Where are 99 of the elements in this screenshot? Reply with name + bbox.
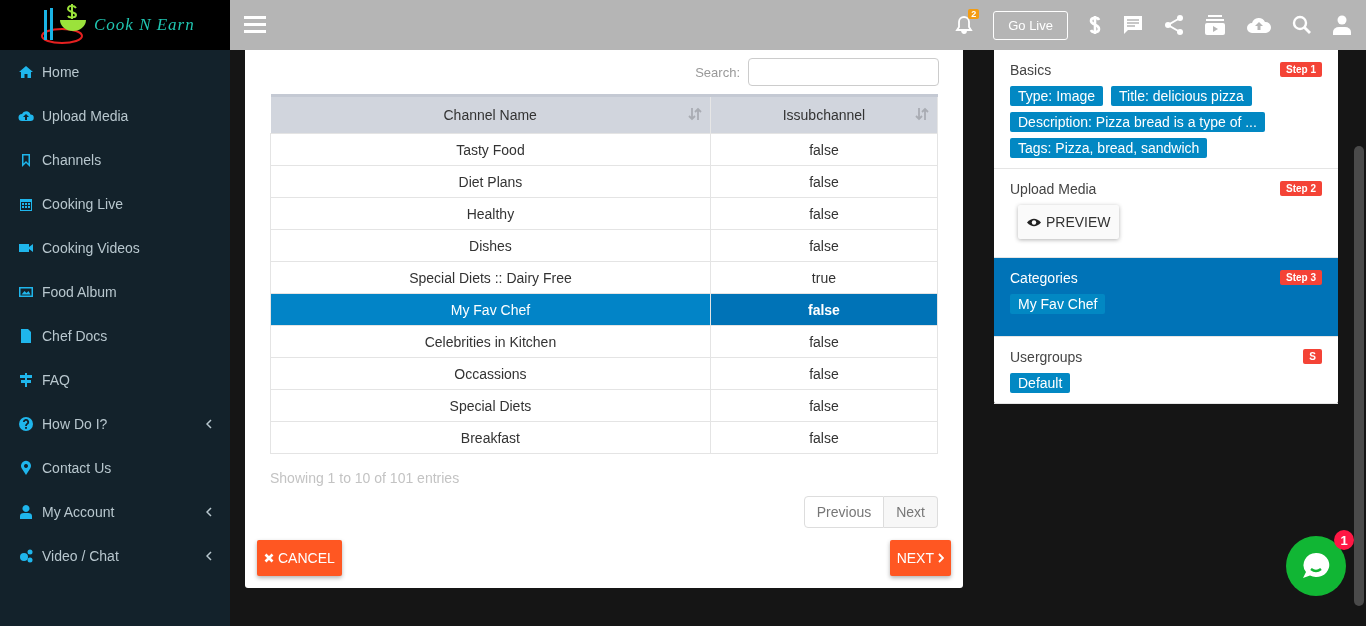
table-cell: Special Diets bbox=[270, 389, 711, 422]
message-icon[interactable] bbox=[1122, 14, 1144, 36]
home-icon bbox=[18, 64, 34, 80]
table-cell: true bbox=[710, 261, 938, 294]
sidebar-item[interactable]: Channels bbox=[0, 138, 230, 182]
table-row[interactable]: Dishes false bbox=[270, 229, 938, 262]
sidebar-item[interactable]: Video / Chat bbox=[0, 534, 230, 578]
table-cell: false bbox=[710, 293, 938, 326]
table-row[interactable]: Diet Plans false bbox=[270, 165, 938, 198]
table-cell: false bbox=[710, 165, 938, 198]
share-icon[interactable] bbox=[1164, 14, 1184, 36]
step-title: Basics bbox=[1010, 62, 1052, 78]
chat-badge: 1 bbox=[1334, 530, 1354, 550]
step-title: Upload Media bbox=[1010, 181, 1097, 197]
sidebar-item[interactable]: Cooking Live bbox=[0, 182, 230, 226]
table-cell: false bbox=[710, 421, 938, 454]
tag-label: Description: Pizza bread is a type of ... bbox=[1010, 112, 1265, 132]
table-cell: false bbox=[710, 229, 938, 262]
table-row[interactable]: My Fav Chef false bbox=[270, 293, 938, 326]
user-icon bbox=[18, 504, 34, 520]
step-badge: Step 1 bbox=[1280, 62, 1322, 77]
sidebar-item[interactable]: Food Album bbox=[0, 270, 230, 314]
table-row[interactable]: Healthy false bbox=[270, 197, 938, 230]
table-cell: Tasty Food bbox=[270, 133, 711, 166]
chevron-icon bbox=[206, 551, 212, 561]
sidebar-item[interactable]: Chef Docs bbox=[0, 314, 230, 358]
table-row[interactable]: Tasty Food false bbox=[270, 133, 938, 166]
sidebar-item[interactable]: How Do I? bbox=[0, 402, 230, 446]
search-icon[interactable] bbox=[1292, 15, 1312, 35]
cloud-upload-icon[interactable] bbox=[1246, 15, 1272, 35]
table-row[interactable]: Special Diets false bbox=[270, 389, 938, 422]
logo-text: Cook N Earn bbox=[94, 15, 195, 35]
step-section[interactable]: Upload Media Step 2 PREVIEW bbox=[994, 169, 1338, 258]
sort-icon bbox=[915, 107, 929, 121]
close-icon bbox=[264, 553, 274, 563]
table-cell: My Fav Chef bbox=[270, 293, 711, 326]
entries-info: Showing 1 to 10 of 101 entries bbox=[269, 469, 461, 488]
scrollbar[interactable] bbox=[1354, 146, 1364, 606]
step-section[interactable]: Usergroups S Default bbox=[994, 337, 1338, 404]
table-cell: false bbox=[710, 325, 938, 358]
sidebar-item[interactable]: My Account bbox=[0, 490, 230, 534]
table-cell: Celebrities in Kitchen bbox=[270, 325, 711, 358]
sidebar-item[interactable]: Contact Us bbox=[0, 446, 230, 490]
notification-badge: 2 bbox=[968, 9, 980, 19]
step-badge: Step 3 bbox=[1280, 270, 1322, 285]
step-title: Usergroups bbox=[1010, 349, 1083, 365]
image-icon bbox=[18, 284, 34, 300]
table-cell: Diet Plans bbox=[270, 165, 711, 198]
table-row[interactable]: Special Diets :: Dairy Free true bbox=[270, 261, 938, 294]
user-icon[interactable] bbox=[1332, 15, 1352, 35]
step-section[interactable]: Categories Step 3 My Fav Chef bbox=[994, 258, 1338, 337]
sidebar-item[interactable]: FAQ bbox=[0, 358, 230, 402]
step-badge: Step 2 bbox=[1280, 181, 1322, 196]
bell-icon[interactable] bbox=[955, 15, 974, 35]
step-title: Categories bbox=[1010, 270, 1078, 286]
table-cell: Dishes bbox=[270, 229, 711, 262]
step-badge: S bbox=[1303, 349, 1322, 364]
column-header[interactable]: Channel Name bbox=[270, 95, 711, 134]
column-header[interactable]: Issubchannel bbox=[710, 95, 938, 134]
step-section[interactable]: Basics Step 1 Type: Image Title: delicious pizza Description: Pizza bread is a type of ... Tags: Pizza, bread, sandwich bbox=[994, 50, 1338, 169]
tag-label: Tags: Pizza, bread, sandwich bbox=[1010, 138, 1208, 158]
table-cell: false bbox=[710, 357, 938, 390]
signpost-icon bbox=[18, 372, 34, 388]
eye-icon bbox=[1026, 216, 1042, 228]
sidebar-item[interactable]: Home bbox=[0, 50, 230, 94]
table-cell: false bbox=[710, 133, 938, 166]
table-row[interactable]: Celebrities in Kitchen false bbox=[270, 325, 938, 358]
menu-icon[interactable] bbox=[244, 16, 266, 34]
chevron-icon bbox=[206, 419, 212, 429]
tag-label: My Fav Chef bbox=[1010, 294, 1106, 314]
file-icon bbox=[18, 328, 34, 344]
chat-button[interactable] bbox=[1286, 536, 1346, 596]
dollar-icon[interactable] bbox=[1088, 14, 1102, 36]
pagination-button[interactable]: Next bbox=[884, 496, 938, 528]
question-icon bbox=[18, 416, 34, 432]
tag-label: Type: Image bbox=[1010, 86, 1104, 106]
sort-icon bbox=[687, 107, 702, 121]
preview-button[interactable]: PREVIEW bbox=[1018, 205, 1119, 239]
tag-label: Default bbox=[1010, 373, 1071, 393]
map-pin-icon bbox=[18, 460, 34, 476]
video-list-icon[interactable] bbox=[1204, 14, 1226, 36]
table-cell: false bbox=[710, 197, 938, 230]
table-row[interactable]: Breakfast false bbox=[270, 421, 938, 454]
table-cell: Occassions bbox=[270, 357, 711, 390]
cloud-upload-icon bbox=[18, 108, 34, 124]
pagination-button[interactable]: Previous bbox=[803, 496, 885, 528]
tag-label: Title: delicious pizza bbox=[1111, 86, 1252, 106]
search-label: Search: bbox=[695, 64, 740, 80]
table-cell: Healthy bbox=[270, 197, 711, 230]
table-cell: Special Diets :: Dairy Free bbox=[270, 261, 711, 294]
table-cell: false bbox=[710, 389, 938, 422]
calendar-icon bbox=[18, 196, 34, 212]
table-row[interactable]: Occassions false bbox=[270, 357, 938, 390]
table-cell: Breakfast bbox=[270, 421, 711, 454]
search-field[interactable] bbox=[748, 58, 939, 86]
chevron-right-icon bbox=[938, 553, 944, 563]
sidebar-item[interactable]: Upload Media bbox=[0, 94, 230, 138]
sidebar-item[interactable]: Cooking Videos bbox=[0, 226, 230, 270]
chevron-icon bbox=[206, 507, 212, 517]
